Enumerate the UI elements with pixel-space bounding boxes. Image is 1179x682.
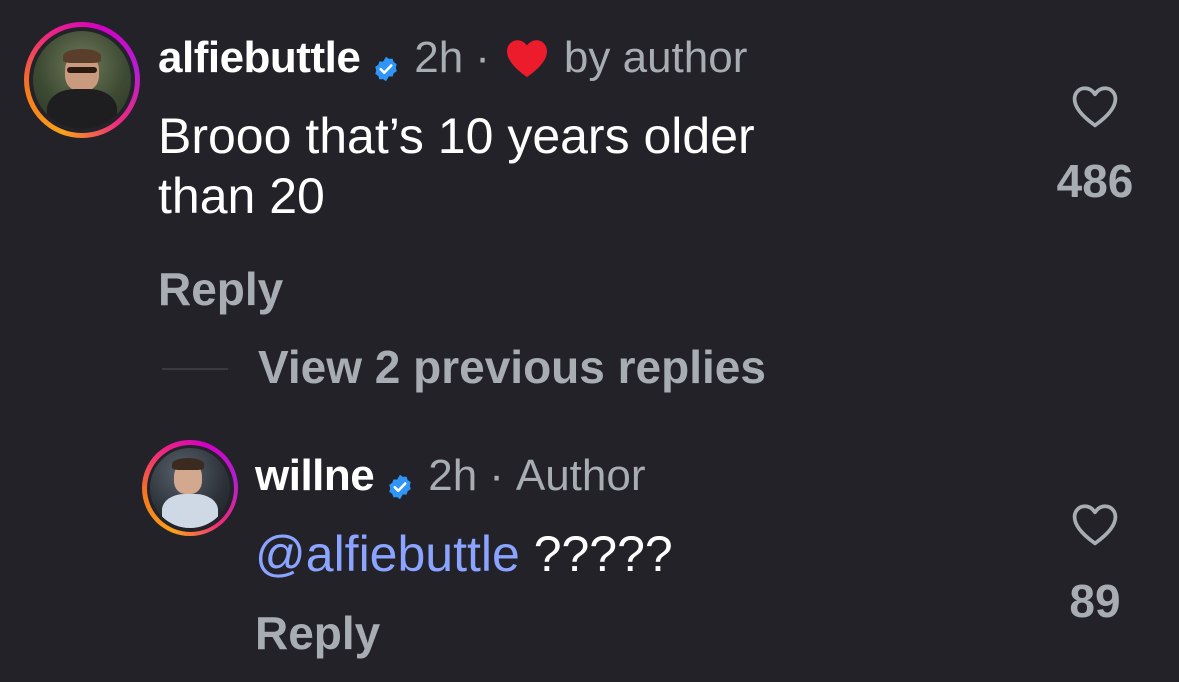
like-heart-icon[interactable] bbox=[1070, 502, 1120, 546]
comment-text-line: Brooo that’s 10 years older bbox=[158, 108, 755, 164]
red-heart-icon bbox=[504, 38, 550, 78]
comment-text-line: than 20 bbox=[158, 168, 325, 224]
like-count: 486 bbox=[1056, 155, 1134, 207]
comment-text: @alfiebuttle ????? bbox=[255, 524, 673, 584]
reply-button[interactable]: Reply bbox=[158, 262, 283, 316]
comment-time: 2h bbox=[428, 451, 478, 500]
reply-button[interactable]: Reply bbox=[255, 606, 380, 660]
comment-time: 2h bbox=[414, 33, 464, 82]
comment-header: willne 2h · Author bbox=[255, 448, 646, 504]
like-heart-icon[interactable] bbox=[1070, 84, 1120, 128]
verified-badge-icon bbox=[372, 44, 400, 82]
replies-divider-line bbox=[162, 368, 228, 370]
separator: · bbox=[489, 451, 504, 500]
avatar bbox=[150, 448, 230, 528]
view-previous-replies-button[interactable]: View 2 previous replies bbox=[258, 340, 766, 394]
username[interactable]: alfiebuttle bbox=[158, 33, 361, 83]
author-label: Author bbox=[515, 451, 646, 500]
separator: · bbox=[475, 33, 490, 82]
comment-header: alfiebuttle 2h · by author bbox=[158, 30, 747, 86]
comment-text-rest: ????? bbox=[519, 526, 673, 582]
avatar-story-ring[interactable] bbox=[142, 440, 238, 536]
mention-link[interactable]: @alfiebuttle bbox=[255, 526, 520, 582]
username[interactable]: willne bbox=[255, 451, 375, 501]
like-count: 89 bbox=[1069, 575, 1121, 627]
verified-badge-icon bbox=[386, 462, 414, 500]
comment-text: Brooo that’s 10 years older than 20 bbox=[158, 106, 918, 226]
avatar bbox=[33, 31, 131, 129]
liked-by-author-label: by author bbox=[563, 33, 748, 82]
avatar-story-ring[interactable] bbox=[24, 22, 140, 138]
